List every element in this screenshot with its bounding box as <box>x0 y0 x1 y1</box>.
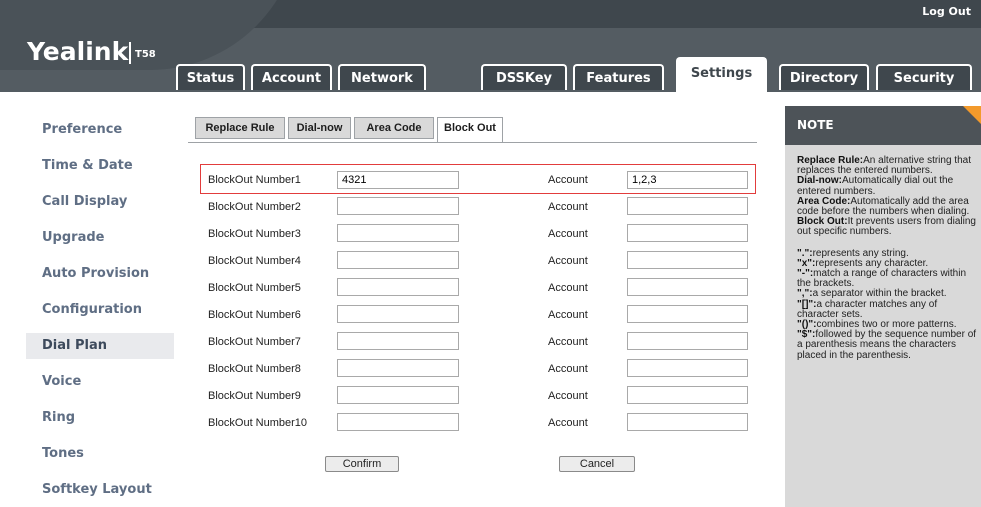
blockout-number-5-input[interactable] <box>337 278 459 296</box>
note-def-block-out: Block Out:It prevents users from dialing… <box>797 216 976 238</box>
sidebar-item-dial-plan[interactable]: Dial Plan <box>26 333 174 359</box>
note-def-area-code: Area Code:Automatically add the area cod… <box>797 195 970 218</box>
account-4-input[interactable] <box>627 251 748 269</box>
account-7-label: Account <box>548 336 588 348</box>
blockout-number-10-label: BlockOut Number10 <box>208 417 308 429</box>
note-def-dial-now: Dial-now:Automatically dial out the ente… <box>797 175 954 197</box>
tab-features[interactable]: Features <box>573 64 664 90</box>
blockout-number-9-input[interactable] <box>337 386 459 404</box>
blockout-number-4-input[interactable] <box>337 251 459 269</box>
note-panel: NOTE Replace Rule:An alternative string … <box>785 106 981 507</box>
account-7-input[interactable] <box>627 332 748 350</box>
tab-directory[interactable]: Directory <box>779 64 869 90</box>
header-bar: Yealink T58 Log Out Status Account Netwo… <box>0 0 981 92</box>
model-label: T58 <box>135 49 156 60</box>
account-1-input[interactable] <box>627 171 748 189</box>
tab-account[interactable]: Account <box>251 64 332 90</box>
note-body: Replace Rule:An alternative string that … <box>797 155 979 361</box>
account-4-label: Account <box>548 255 588 267</box>
blockout-number-7-input[interactable] <box>337 332 459 350</box>
sidebar-item-softkey-layout[interactable]: Softkey Layout <box>26 477 174 503</box>
tab-security[interactable]: Security <box>876 64 972 90</box>
tab-settings[interactable]: Settings <box>676 57 767 92</box>
sidebar-item-call-display[interactable]: Call Display <box>26 189 174 215</box>
account-5-input[interactable] <box>627 278 748 296</box>
sidebar-item-preference[interactable]: Preference <box>26 117 174 143</box>
sidebar-item-upgrade[interactable]: Upgrade <box>26 225 174 251</box>
blockout-number-2-label: BlockOut Number2 <box>208 201 301 213</box>
account-9-input[interactable] <box>627 386 748 404</box>
sidebar-item-voice[interactable]: Voice <box>26 369 174 395</box>
account-2-label: Account <box>548 201 588 213</box>
note-header: NOTE <box>785 106 981 145</box>
blockout-number-6-input[interactable] <box>337 305 459 323</box>
sidebar-item-time-date[interactable]: Time & Date <box>26 153 174 179</box>
sidebar-item-auto-provision[interactable]: Auto Provision <box>26 261 174 287</box>
blockout-number-3-label: BlockOut Number3 <box>208 228 301 240</box>
blockout-number-9-label: BlockOut Number9 <box>208 390 301 402</box>
subtab-area-code[interactable]: Area Code <box>354 117 434 139</box>
account-5-label: Account <box>548 282 588 294</box>
blockout-number-4-label: BlockOut Number4 <box>208 255 301 267</box>
logo-separator <box>129 42 131 64</box>
blockout-number-1-input[interactable] <box>337 171 459 189</box>
confirm-button[interactable]: Confirm <box>325 456 399 472</box>
sidebar-item-configuration[interactable]: Configuration <box>26 297 174 323</box>
logout-link[interactable]: Log Out <box>922 5 971 18</box>
tab-network[interactable]: Network <box>338 64 426 90</box>
blockout-number-1-label: BlockOut Number1 <box>208 174 301 186</box>
blockout-number-8-input[interactable] <box>337 359 459 377</box>
subtab-block-out[interactable]: Block Out <box>437 117 503 143</box>
blockout-number-10-input[interactable] <box>337 413 459 431</box>
account-3-label: Account <box>548 228 588 240</box>
sidebar-item-tones[interactable]: Tones <box>26 441 174 467</box>
note-sym-dash: "-":match a range of characters within t… <box>797 268 967 290</box>
note-sym-dollar: "$":followed by the sequence number of a… <box>797 329 977 361</box>
subtab-divider <box>188 142 757 143</box>
blockout-number-3-input[interactable] <box>337 224 459 242</box>
account-6-label: Account <box>548 309 588 321</box>
subtab-dial-now[interactable]: Dial-now <box>288 117 351 139</box>
account-3-input[interactable] <box>627 224 748 242</box>
note-corner-accent <box>963 106 981 124</box>
note-def-replace-rule: Replace Rule:An alternative string that … <box>797 155 971 177</box>
note-title: NOTE <box>797 118 834 132</box>
subtab-replace-rule[interactable]: Replace Rule <box>195 117 285 139</box>
account-8-label: Account <box>548 363 588 375</box>
note-sym-brackets: "[]":a character matches any of characte… <box>797 298 938 320</box>
sidebar-item-ring[interactable]: Ring <box>26 405 174 431</box>
tab-dsskey[interactable]: DSSKey <box>481 64 567 90</box>
account-10-input[interactable] <box>627 413 748 431</box>
account-1-label: Account <box>548 174 588 186</box>
blockout-number-6-label: BlockOut Number6 <box>208 309 301 321</box>
cancel-button[interactable]: Cancel <box>559 456 635 472</box>
account-8-input[interactable] <box>627 359 748 377</box>
tab-status[interactable]: Status <box>176 64 245 90</box>
brand-logo: Yealink <box>27 37 129 66</box>
blockout-number-5-label: BlockOut Number5 <box>208 282 301 294</box>
account-10-label: Account <box>548 417 588 429</box>
main-panel: Replace Rule Dial-now Area Code Block Ou… <box>181 106 771 507</box>
account-2-input[interactable] <box>627 197 748 215</box>
account-6-input[interactable] <box>627 305 748 323</box>
account-9-label: Account <box>548 390 588 402</box>
blockout-number-2-input[interactable] <box>337 197 459 215</box>
blockout-number-7-label: BlockOut Number7 <box>208 336 301 348</box>
blockout-number-8-label: BlockOut Number8 <box>208 363 301 375</box>
